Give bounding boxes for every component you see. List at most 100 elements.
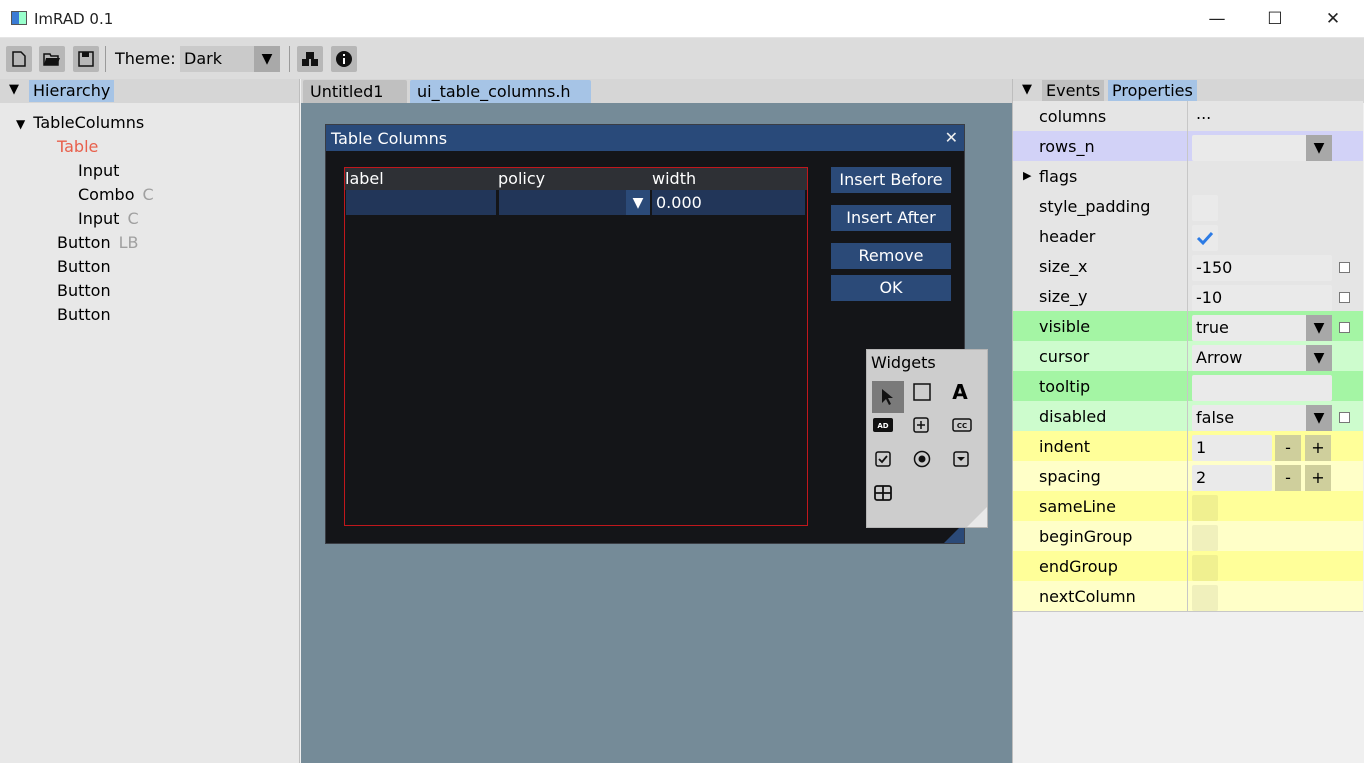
toolbar-separator <box>289 46 290 72</box>
widgets-palette: Widgets A AD CC <box>866 349 988 528</box>
dialog-title: Table Columns <box>331 129 448 148</box>
increment-button[interactable]: + <box>1305 435 1331 461</box>
table-icon[interactable] <box>867 477 899 509</box>
decrement-button[interactable]: - <box>1275 465 1301 491</box>
combo-icon[interactable] <box>945 443 977 475</box>
endgroup-checkbox[interactable] <box>1192 555 1218 581</box>
resize-grip[interactable] <box>967 507 987 527</box>
column-header-policy[interactable]: policy <box>498 168 545 190</box>
panel-menu-icon[interactable]: ▼ <box>1022 82 1032 97</box>
tab-ui-table-columns[interactable]: ui_table_columns.h <box>410 80 591 103</box>
tab-properties[interactable]: Properties <box>1108 80 1197 102</box>
increment-button[interactable]: + <box>1305 465 1331 491</box>
property-name: beginGroup <box>1039 527 1133 546</box>
tree-item[interactable]: Button LB <box>57 233 138 252</box>
widgets-title: Widgets <box>871 353 936 372</box>
about-button[interactable] <box>331 46 357 72</box>
closed-caption-icon[interactable]: CC <box>946 409 978 441</box>
property-row-rows-n: rows_n ▼ <box>1013 131 1363 161</box>
style-padding-checkbox[interactable] <box>1192 195 1218 221</box>
policy-combo[interactable]: ▼ <box>499 190 650 215</box>
tree-item[interactable]: Button <box>57 305 111 324</box>
property-row-style-padding: style_padding <box>1013 191 1363 221</box>
property-row-header: header <box>1013 221 1363 251</box>
width-input[interactable]: 0.000 <box>652 190 805 215</box>
property-value-size-y[interactable]: -10 <box>1192 285 1332 311</box>
tree-item[interactable]: Input C <box>78 209 139 228</box>
text-icon[interactable]: A <box>944 376 976 408</box>
save-button[interactable] <box>73 46 99 72</box>
binding-checkbox[interactable] <box>1339 412 1350 423</box>
binding-checkbox[interactable] <box>1339 262 1350 273</box>
theme-combo[interactable]: Dark ▼ <box>180 46 280 72</box>
property-value-indent[interactable]: 1 <box>1192 435 1272 461</box>
ok-button[interactable]: OK <box>831 275 951 301</box>
property-row-begingroup: beginGroup <box>1013 521 1363 551</box>
chevron-down-icon: ▼ <box>254 46 280 72</box>
button-icon[interactable] <box>905 409 937 441</box>
tree-item[interactable]: Input <box>78 161 119 180</box>
properties-header: ▼ Events Properties <box>1013 79 1364 103</box>
property-name: size_y <box>1039 287 1088 306</box>
checkbox-icon[interactable] <box>867 443 899 475</box>
property-name: disabled <box>1039 407 1107 426</box>
child-window-icon[interactable] <box>906 376 938 408</box>
panel-menu-icon[interactable]: ▼ <box>9 82 19 97</box>
property-name: header <box>1039 227 1096 246</box>
property-name: rows_n <box>1039 137 1095 156</box>
tree-item-label: Button <box>57 257 111 276</box>
tab-events[interactable]: Events <box>1042 80 1105 102</box>
checkmark-icon <box>1196 231 1214 246</box>
header-checkbox[interactable] <box>1192 225 1218 251</box>
document-tabs: Untitled1 ui_table_columns.h <box>301 79 1012 103</box>
property-value-spacing[interactable]: 2 <box>1192 465 1272 491</box>
chevron-down-icon[interactable]: ▼ <box>1306 315 1332 341</box>
binding-checkbox[interactable] <box>1339 292 1350 303</box>
close-icon[interactable]: ✕ <box>945 128 958 147</box>
radio-button-icon[interactable] <box>906 443 938 475</box>
maximize-button[interactable]: ☐ <box>1246 0 1304 38</box>
property-value-tooltip[interactable] <box>1192 375 1332 401</box>
new-file-icon <box>12 51 26 67</box>
tree-item[interactable]: Table <box>57 137 98 156</box>
property-row-tooltip: tooltip <box>1013 371 1363 401</box>
begingroup-checkbox[interactable] <box>1192 525 1218 551</box>
tree-item-hint: C <box>127 209 139 228</box>
tab-untitled1[interactable]: Untitled1 <box>303 80 407 103</box>
tab-hierarchy[interactable]: Hierarchy <box>29 80 115 102</box>
classes-button[interactable] <box>297 46 323 72</box>
label-input[interactable] <box>346 190 496 215</box>
new-file-button[interactable] <box>6 46 32 72</box>
property-value-size-x[interactable]: -150 <box>1192 255 1332 281</box>
input-text-icon[interactable]: AD <box>867 409 899 441</box>
nextcolumn-checkbox[interactable] <box>1192 585 1218 611</box>
binding-checkbox[interactable] <box>1339 322 1350 333</box>
tree-item[interactable]: Button <box>57 281 111 300</box>
tree-item-label: TableColumns <box>33 113 145 132</box>
column-header-width[interactable]: width <box>652 168 696 190</box>
toolbar-separator <box>105 46 106 72</box>
chevron-down-icon[interactable]: ▼ <box>1306 405 1332 431</box>
property-row-size-y: size_y -10 <box>1013 281 1363 311</box>
property-value-columns[interactable]: ... <box>1192 101 1332 127</box>
chevron-down-icon[interactable]: ▼ <box>1306 135 1332 161</box>
close-button[interactable]: ✕ <box>1304 0 1362 38</box>
chevron-down-icon[interactable]: ▼ <box>1306 345 1332 371</box>
column-header-label[interactable]: label <box>345 168 384 190</box>
tree-item[interactable]: Combo C <box>78 185 154 204</box>
minimize-button[interactable]: — <box>1188 0 1246 38</box>
svg-text:CC: CC <box>957 422 967 430</box>
decrement-button[interactable]: - <box>1275 435 1301 461</box>
expand-icon[interactable]: ▶ <box>1023 169 1031 182</box>
columns-table[interactable]: label policy width ▼ 0.000 <box>344 167 808 526</box>
tree-item-label: Button <box>57 233 111 252</box>
window-title: ImRAD 0.1 <box>34 10 114 28</box>
sameline-checkbox[interactable] <box>1192 495 1218 521</box>
insert-before-button[interactable]: Insert Before <box>831 167 951 193</box>
insert-after-button[interactable]: Insert After <box>831 205 951 231</box>
remove-button[interactable]: Remove <box>831 243 951 269</box>
tree-item[interactable]: Button <box>57 257 111 276</box>
tree-item[interactable]: ▼ TableColumns <box>16 113 144 132</box>
open-file-button[interactable] <box>39 46 65 72</box>
dialog-titlebar: Table Columns ✕ <box>326 125 964 151</box>
